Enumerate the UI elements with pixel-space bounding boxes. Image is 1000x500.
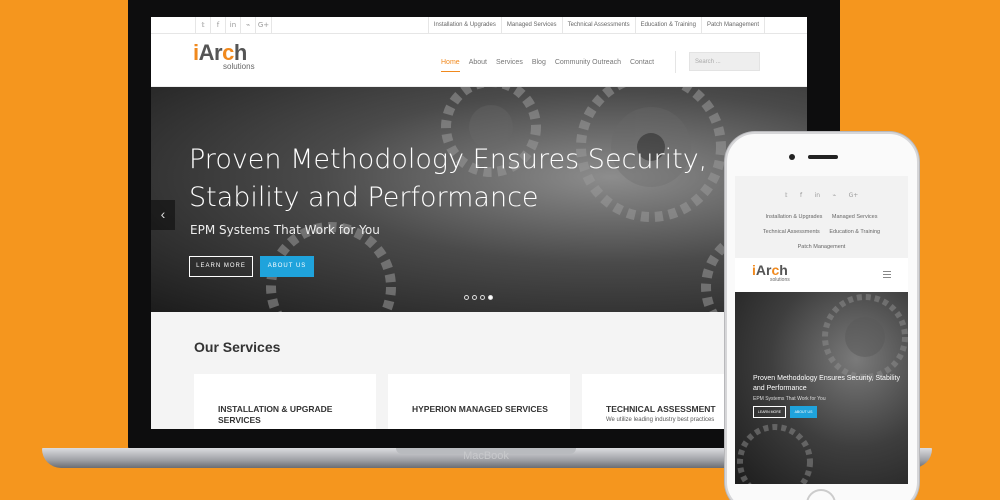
mobile-hero-subtitle: EPM Systems That Work for You [753,396,826,402]
mobile-link-patch[interactable]: Patch Management [798,244,846,250]
nav-divider [675,51,676,73]
mobile-link-technical[interactable]: Technical Assessments [763,229,820,235]
hamburger-menu-icon[interactable] [883,271,891,278]
toplink-patch-management[interactable]: Patch Management [700,17,765,34]
phone-speaker [808,155,838,159]
about-us-button[interactable]: ABOUT US [260,256,314,277]
laptop-brand: MacBook [463,450,509,462]
top-links: Installation & Upgrades Managed Services… [427,17,765,34]
mobile-link-education[interactable]: Education & Training [829,229,880,235]
mobile-social-icons: 𝕥 f in ⌁ G+ [735,184,908,202]
services-section: Our Services INSTALLATION & UPGRADE SERV… [151,312,807,429]
mobile-hero-title: Proven Methodology Ensures Security, Sta… [753,375,900,392]
slider-dot-3[interactable] [480,295,485,300]
mobile-link-installation[interactable]: Installation & Upgrades [766,214,823,220]
services-title: Our Services [194,339,281,355]
rss-icon[interactable]: ⌁ [833,192,837,199]
hero-slider: Proven Methodology Ensures Security, Sta… [151,87,807,312]
social-icons: 𝕥 f in ⌁ G+ [195,17,272,34]
rss-icon[interactable]: ⌁ [240,17,255,34]
facebook-icon[interactable]: f [800,192,802,199]
logo-letters-ar: Ar [198,40,223,65]
facebook-icon[interactable]: f [210,17,225,34]
nav-blog[interactable]: Blog [532,58,546,72]
laptop-screen: 𝕥 f in ⌁ G+ Installation & Upgrades Mana… [151,17,807,429]
mobile-link-managed[interactable]: Managed Services [832,214,878,220]
toplink-installation[interactable]: Installation & Upgrades [427,17,501,34]
phone-camera [789,154,795,160]
search-input[interactable]: Search ... [689,52,760,71]
toplink-technical-assessments[interactable]: Technical Assessments [561,17,635,34]
service-card-installation[interactable]: INSTALLATION & UPGRADE SERVICES [194,374,376,429]
slider-dot-4[interactable] [488,295,493,300]
top-bar: 𝕥 f in ⌁ G+ Installation & Upgrades Mana… [151,17,807,34]
nav-home[interactable]: Home [441,58,460,72]
nav-community-outreach[interactable]: Community Outreach [555,58,621,72]
hero-title: Proven Methodology Ensures Security, Sta… [189,144,708,213]
twitter-icon[interactable]: 𝕥 [195,17,210,34]
slider-prev-icon[interactable]: ‹ [151,200,175,230]
service-card-title: HYPERION MANAGED SERVICES [412,404,548,414]
logo-subtitle: solutions [223,62,255,71]
learn-more-button[interactable]: LEARN MORE [189,256,253,277]
service-card-title: INSTALLATION & UPGRADE SERVICES [218,404,333,425]
twitter-icon[interactable]: 𝕥 [785,192,788,199]
logo-letter-h: h [779,262,788,278]
mobile-header: iArch solutions [735,258,908,292]
nav-contact[interactable]: Contact [630,58,654,72]
phone-screen: 𝕥 f in ⌁ G+ Installation & Upgrades Mana… [735,176,908,484]
toplink-managed-services[interactable]: Managed Services [500,17,562,34]
main-nav: Home About Services Blog Community Outre… [441,58,663,72]
linkedin-icon[interactable]: in [225,17,240,34]
slider-dot-1[interactable] [464,295,469,300]
mobile-logo[interactable]: iArch solutions [752,263,790,283]
service-card-desc: We utilize leading industry best practic… [606,417,715,423]
google-plus-icon[interactable]: G+ [255,17,272,34]
nav-about[interactable]: About [469,58,487,72]
logo-letters-ar: Ar [755,262,772,278]
service-card-managed[interactable]: HYPERION MANAGED SERVICES [388,374,570,429]
nav-services[interactable]: Services [496,58,523,72]
hero-subtitle: EPM Systems That Work for You [190,223,380,237]
mobile-about-us-button[interactable]: ABOUT US [790,406,817,418]
slider-dot-2[interactable] [472,295,477,300]
site-logo[interactable]: iArch solutions [193,40,255,72]
site-header: iArch solutions Home About Services Blog… [151,34,807,87]
slider-dots [464,295,496,300]
mobile-hero: Proven Methodology Ensures Security, Sta… [735,292,908,484]
logo-subtitle: solutions [770,277,790,283]
linkedin-icon[interactable]: in [815,192,820,199]
mobile-learn-more-button[interactable]: LEARN MORE [753,406,786,418]
mobile-top-links: Installation & Upgrades Managed Services… [743,210,900,255]
google-plus-icon[interactable]: G+ [849,192,859,199]
toplink-education[interactable]: Education & Training [634,17,701,34]
